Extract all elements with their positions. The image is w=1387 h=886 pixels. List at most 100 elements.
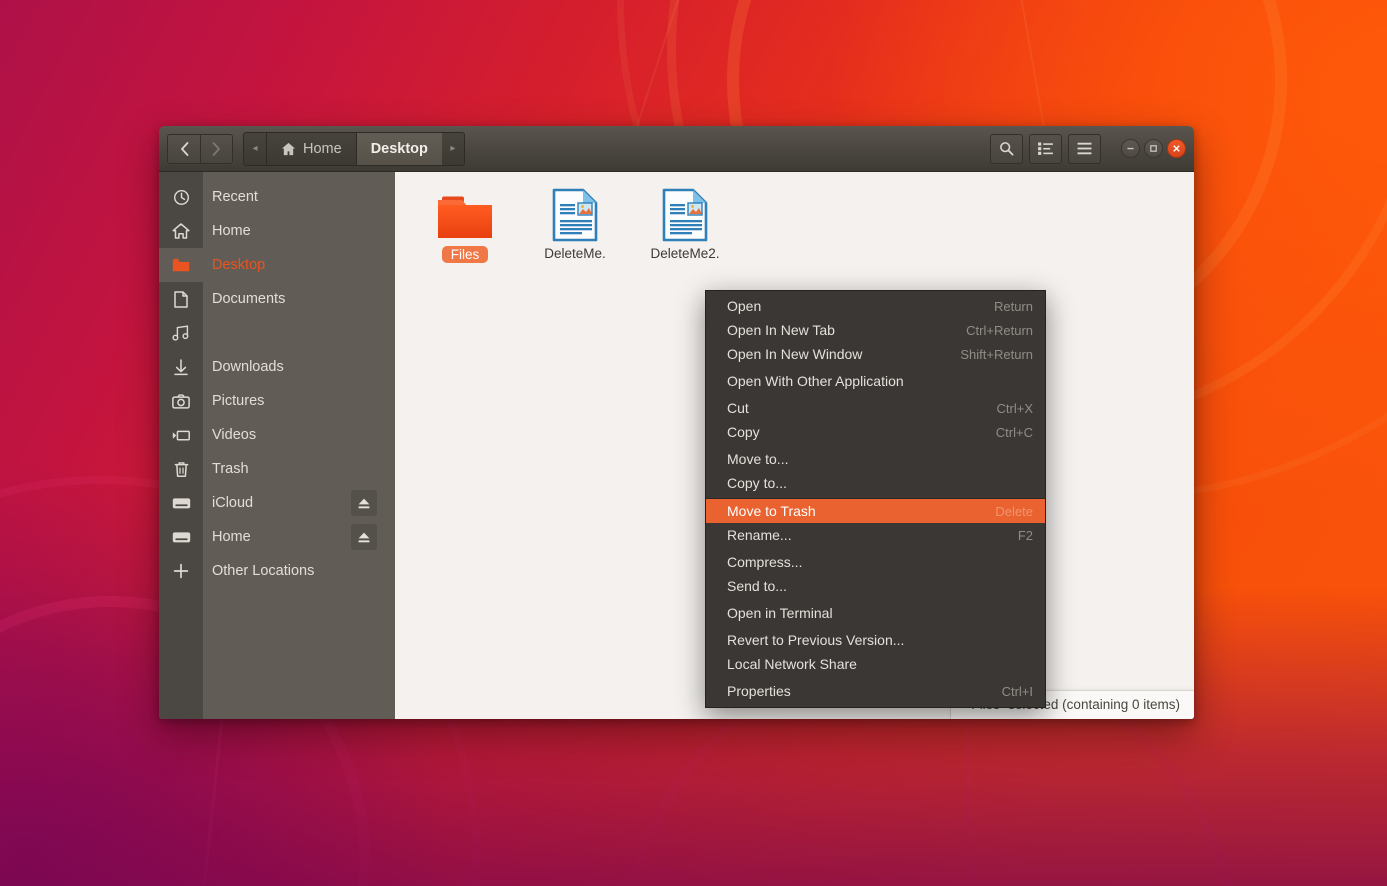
file-manager-window: ◂ Home Desktop ▸ — [159, 126, 1194, 719]
sidebar-item-home-drive[interactable]: Home — [203, 520, 395, 554]
home-icon — [159, 214, 203, 248]
menu-item-label: Copy to... — [727, 475, 787, 491]
sidebar-item-other-locations[interactable]: Other Locations — [203, 554, 395, 588]
breadcrumb-scroll-right[interactable]: ▸ — [442, 133, 464, 165]
sidebar-item-desktop[interactable]: Desktop — [203, 248, 395, 282]
menu-item-properties[interactable]: Properties Ctrl+I — [706, 679, 1045, 703]
menu-item-open-in-new-tab[interactable]: Open In New Tab Ctrl+Return — [706, 318, 1045, 342]
eject-button[interactable] — [351, 524, 377, 550]
home-icon — [281, 142, 296, 156]
menu-item-local-network-share[interactable]: Local Network Share — [706, 652, 1045, 676]
menu-item-move-to-trash[interactable]: Move to Trash Delete — [706, 498, 1045, 523]
maximize-icon — [1149, 144, 1158, 153]
menu-item-open-in-terminal[interactable]: Open in Terminal — [706, 601, 1045, 625]
folder-icon — [159, 248, 203, 282]
menu-item-open[interactable]: Open Return — [706, 294, 1045, 318]
back-button[interactable] — [167, 134, 200, 164]
sidebar-item-home[interactable]: Home — [203, 214, 395, 248]
document-icon — [159, 282, 203, 316]
menu-item-label: Revert to Previous Version... — [727, 632, 904, 648]
breadcrumb-item-home[interactable]: Home — [266, 133, 356, 165]
document-thumbnail — [552, 186, 598, 242]
menu-item-accel: F2 — [992, 528, 1033, 543]
close-button[interactable] — [1167, 139, 1186, 158]
menu-item-open-in-new-window[interactable]: Open In New Window Shift+Return — [706, 342, 1045, 366]
sidebar-icon-rail — [159, 172, 203, 719]
sidebar-item-label: Other Locations — [212, 563, 314, 579]
menu-item-accel: Ctrl+C — [970, 425, 1033, 440]
sidebar-item-pictures[interactable]: Pictures — [203, 384, 395, 418]
file-content-area[interactable]: Files — [395, 172, 1194, 719]
header-actions — [990, 134, 1186, 164]
sidebar-item-label: Home — [212, 223, 251, 239]
menu-item-copy[interactable]: Copy Ctrl+C — [706, 420, 1045, 444]
icon-view: Files — [395, 172, 1194, 263]
menu-item-accel: Ctrl+I — [976, 684, 1033, 699]
eject-icon — [357, 531, 371, 544]
menu-item-compress[interactable]: Compress... — [706, 550, 1045, 574]
menu-item-rename[interactable]: Rename... F2 — [706, 523, 1045, 547]
context-menu: Open Return Open In New Tab Ctrl+Return … — [705, 290, 1046, 708]
menu-item-accel: Shift+Return — [934, 347, 1033, 362]
breadcrumb-item-label: Home — [303, 141, 342, 157]
menu-item-label: Open In New Window — [727, 346, 862, 362]
menu-item-accel: Return — [968, 299, 1033, 314]
trash-icon — [159, 452, 203, 486]
sidebar-item-label: Pictures — [212, 393, 264, 409]
eject-button[interactable] — [351, 490, 377, 516]
video-icon — [159, 418, 203, 452]
view-options-button[interactable] — [1029, 134, 1062, 164]
breadcrumb-item-desktop[interactable]: Desktop — [356, 133, 442, 165]
main-menu-button[interactable] — [1068, 134, 1101, 164]
menu-item-accel: Ctrl+Return — [940, 323, 1033, 338]
file-name-label: DeleteMe. — [544, 246, 606, 261]
download-icon — [159, 350, 203, 384]
menu-item-label: Compress... — [727, 554, 802, 570]
search-icon — [999, 141, 1014, 156]
sidebar-item-music[interactable] — [203, 316, 395, 350]
menu-item-accel: Ctrl+X — [971, 401, 1033, 416]
menu-item-send-to[interactable]: Send to... — [706, 574, 1045, 598]
sidebar-item-label: Desktop — [212, 257, 265, 273]
menu-item-label: Move to... — [727, 451, 788, 467]
menu-item-cut[interactable]: Cut Ctrl+X — [706, 396, 1045, 420]
eject-icon — [357, 497, 371, 510]
menu-item-label: Open — [727, 298, 761, 314]
sidebar-item-label: iCloud — [212, 495, 253, 511]
sidebar-item-trash[interactable]: Trash — [203, 452, 395, 486]
chevron-right-icon — [212, 142, 221, 156]
menu-item-revert-to-previous-version[interactable]: Revert to Previous Version... — [706, 628, 1045, 652]
menu-item-copy-to[interactable]: Copy to... — [706, 471, 1045, 495]
file-item-document[interactable]: DeleteMe. — [527, 186, 623, 263]
sidebar-item-label: Downloads — [212, 359, 284, 375]
menu-item-label: Open in Terminal — [727, 605, 833, 621]
menu-item-label: Copy — [727, 424, 760, 440]
search-button[interactable] — [990, 134, 1023, 164]
sidebar-item-icloud[interactable]: iCloud — [203, 486, 395, 520]
document-icon — [662, 188, 708, 242]
window-controls — [1121, 139, 1186, 158]
breadcrumb-scroll-left[interactable]: ◂ — [244, 133, 266, 165]
menu-item-label: Open With Other Application — [727, 373, 904, 389]
sidebar-item-recent[interactable]: Recent — [203, 180, 395, 214]
close-icon — [1172, 144, 1181, 153]
file-item-document[interactable]: DeleteMe2. — [637, 186, 733, 263]
menu-item-open-with-other-application[interactable]: Open With Other Application — [706, 369, 1045, 393]
breadcrumb-item-label: Desktop — [371, 141, 428, 157]
sidebar-item-documents[interactable]: Documents — [203, 282, 395, 316]
music-icon — [159, 316, 203, 350]
menu-item-label: Open In New Tab — [727, 322, 835, 338]
folder-icon — [436, 192, 494, 242]
menu-item-label: Cut — [727, 400, 749, 416]
file-item-folder[interactable]: Files — [417, 186, 513, 263]
menu-item-label: Local Network Share — [727, 656, 857, 672]
minimize-button[interactable] — [1121, 139, 1140, 158]
sidebar-item-downloads[interactable]: Downloads — [203, 350, 395, 384]
file-name-label: Files — [442, 246, 489, 263]
forward-button[interactable] — [200, 134, 233, 164]
drive-icon — [159, 520, 203, 554]
menu-item-move-to[interactable]: Move to... — [706, 447, 1045, 471]
sidebar-item-videos[interactable]: Videos — [203, 418, 395, 452]
maximize-button[interactable] — [1144, 139, 1163, 158]
menu-item-label: Rename... — [727, 527, 792, 543]
